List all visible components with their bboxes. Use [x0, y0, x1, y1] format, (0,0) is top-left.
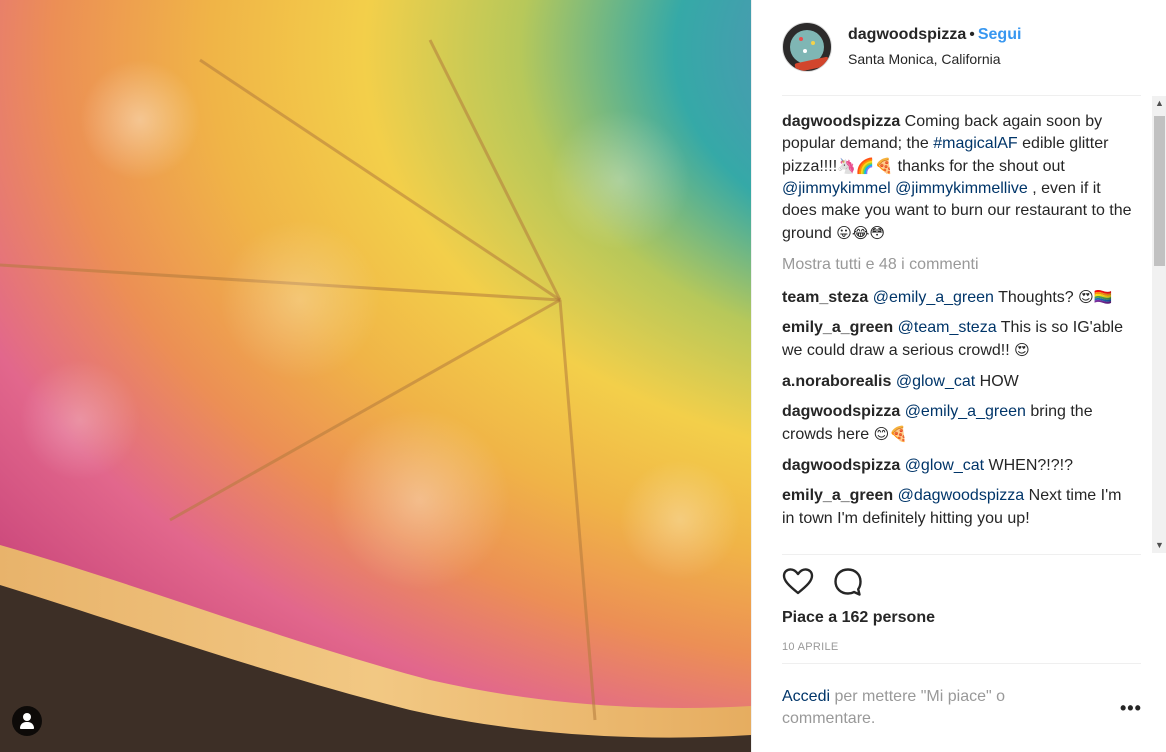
more-options-icon[interactable]: ••• [1120, 699, 1144, 719]
post-photo[interactable] [0, 0, 751, 752]
account-avatar[interactable] [782, 22, 832, 72]
logo-dot [811, 41, 815, 45]
comment-username[interactable]: dagwoodspizza [782, 457, 900, 474]
follow-button[interactable]: Segui [978, 26, 1022, 43]
comment-item: team_steza @emily_a_green Thoughts? 😍🏳️‍… [782, 286, 1134, 309]
divider [782, 95, 1141, 96]
heart-icon-graphic [782, 568, 814, 595]
comment-mention[interactable]: @team_steza [898, 319, 997, 336]
location-link[interactable]: Santa Monica, California [848, 51, 1001, 67]
user-tag-icon-body [20, 722, 34, 729]
login-link[interactable]: Accedi [782, 688, 830, 705]
post-date: 10 APRILE [782, 641, 839, 653]
likes-count[interactable]: Piace a 162 persone [782, 609, 935, 627]
post-caption: dagwoodspizza Coming back again soon by … [782, 111, 1134, 245]
comments-scrollbar[interactable]: ▲ ▼ [1152, 96, 1166, 553]
pizza-photo-graphic [0, 0, 751, 752]
comment-username[interactable]: emily_a_green [782, 487, 893, 504]
caption-emojis-2: 😛😂😳 [836, 224, 886, 242]
comment-username[interactable]: team_steza [782, 289, 868, 306]
post-header: dagwoodspizza • Segui Santa Monica, Califo… [752, 0, 1166, 96]
comment-item: emily_a_green @team_steza This is so IG'… [782, 317, 1134, 362]
caption-hashtag[interactable]: #magicalAF [933, 135, 1017, 152]
comments-list[interactable]: dagwoodspizza Coming back again soon by … [782, 111, 1134, 553]
comment-item: emily_a_green @dagwoodspizza Next time I… [782, 485, 1134, 530]
logo-dot [803, 49, 807, 53]
scroll-up-arrow-icon[interactable]: ▲ [1152, 96, 1166, 111]
comment-mention[interactable]: @dagwoodspizza [898, 487, 1025, 504]
comment-username[interactable]: dagwoodspizza [782, 403, 900, 420]
caption-username[interactable]: dagwoodspizza [782, 113, 900, 130]
scroll-down-arrow-icon[interactable]: ▼ [1152, 538, 1166, 553]
user-tag-icon-head [23, 713, 31, 721]
comment-emoji: 😍 [1014, 341, 1030, 359]
login-prompt: Accedi per mettere "Mi piace" o commenta… [782, 686, 1082, 730]
user-tag-icon[interactable] [12, 706, 42, 736]
scrollbar-thumb[interactable] [1154, 116, 1165, 266]
comment-mention[interactable]: @emily_a_green [873, 289, 994, 306]
comment-username[interactable]: emily_a_green [782, 319, 893, 336]
logo-dot [799, 37, 803, 41]
post-side-panel: dagwoodspizza • Segui Santa Monica, Califo… [751, 0, 1166, 752]
comment-item: dagwoodspizza @glow_cat WHEN?!?!? [782, 454, 1134, 477]
divider [782, 663, 1141, 664]
caption-text-3: thanks for the shout out [893, 158, 1065, 175]
comment-username[interactable]: a.noraborealis [782, 373, 891, 390]
comment-text: HOW [975, 373, 1019, 390]
comment-bubble-icon[interactable] [832, 566, 864, 598]
header-username[interactable]: dagwoodspizza [848, 26, 966, 43]
load-more-comments-button[interactable]: Mostra tutti e 48 i commenti [782, 254, 1134, 276]
caption-emojis-1: 🦄🌈🍕 [837, 157, 894, 175]
header-separator: • [969, 26, 975, 43]
comment-bubble-icon-graphic [834, 568, 862, 596]
comment-emoji: 😍🏳️‍🌈 [1078, 288, 1113, 306]
divider [782, 554, 1141, 555]
comment-mention[interactable]: @glow_cat [896, 373, 975, 390]
comment-text: WHEN?!?!? [984, 457, 1073, 474]
header-username-row: dagwoodspizza • Segui [848, 26, 1021, 44]
comment-mention[interactable]: @glow_cat [905, 457, 984, 474]
comment-item: dagwoodspizza @emily_a_green bring the c… [782, 401, 1134, 446]
heart-icon[interactable] [782, 566, 814, 598]
caption-mention-2[interactable]: @jimmykimmellive [895, 180, 1028, 197]
comment-item: a.noraborealis @glow_cat HOW [782, 370, 1134, 393]
comment-text: Thoughts? [993, 289, 1079, 306]
comment-mention[interactable]: @emily_a_green [905, 403, 1026, 420]
comment-emoji: 😊🍕 [873, 425, 908, 443]
caption-mention-1[interactable]: @jimmykimmel [782, 180, 891, 197]
